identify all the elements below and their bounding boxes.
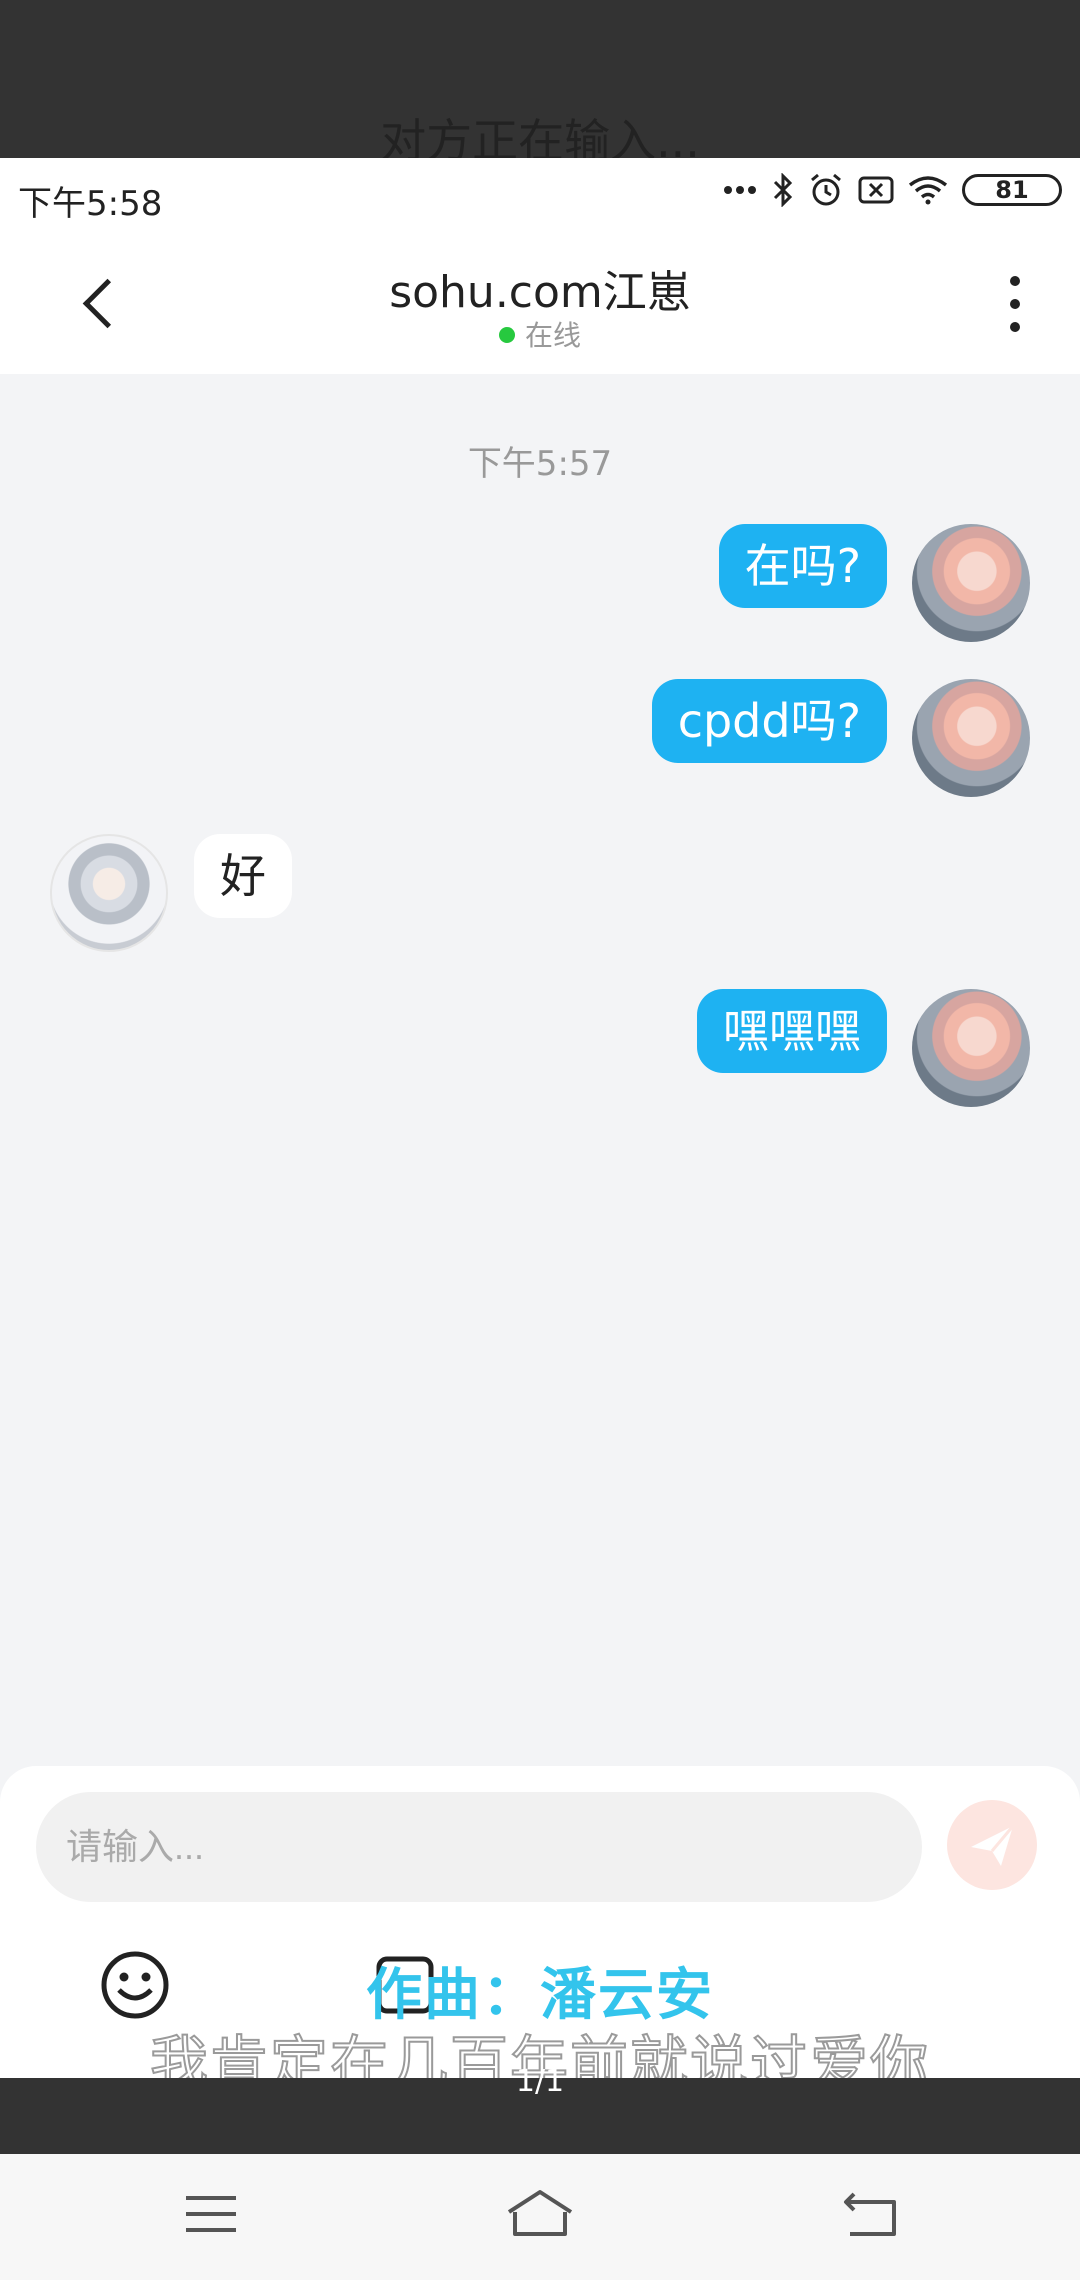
self-avatar[interactable]: [912, 989, 1030, 1107]
contact-avatar[interactable]: [50, 834, 168, 952]
status-icons: 81: [722, 172, 1062, 208]
message-input[interactable]: [36, 1792, 922, 1902]
send-icon: [971, 1825, 1015, 1866]
home-icon: [507, 2190, 573, 2236]
online-status: 在线: [0, 314, 1080, 354]
signal-dots-icon: [724, 186, 756, 194]
more-dot-icon: [1010, 276, 1020, 286]
send-button[interactable]: [947, 1800, 1037, 1890]
self-avatar[interactable]: [912, 524, 1030, 642]
message-timestamp: 下午5:57: [467, 444, 613, 484]
online-dot-icon: [498, 327, 515, 343]
online-status-label: 在线: [524, 319, 581, 352]
home-button[interactable]: [505, 2184, 575, 2244]
chat-area: 下午5:57 在吗? cpdd吗? 好 嘿嘿嘿: [0, 374, 1080, 1774]
message-bubble-incoming[interactable]: 好: [194, 834, 292, 918]
back-icon: [844, 2192, 896, 2236]
page-indicator: 1/1: [515, 2064, 565, 2099]
status-bar: 下午5:58 81: [0, 158, 1080, 232]
status-time: 下午5:58: [18, 184, 163, 224]
system-nav-bar: [0, 2154, 1080, 2280]
menu-icon: [186, 2196, 236, 2232]
contact-name: sohu.com江崽: [389, 267, 691, 318]
bluetooth-icon: [773, 173, 793, 207]
chat-header: sohu.com江崽 在线: [0, 232, 1080, 374]
back-nav-button[interactable]: [838, 2184, 908, 2244]
more-dot-icon: [1010, 322, 1020, 332]
wifi-icon: [908, 176, 948, 205]
sim-off-icon: [858, 176, 894, 204]
message-bubble-outgoing[interactable]: 嘿嘿嘿: [697, 989, 887, 1073]
message-bubble-outgoing[interactable]: 在吗?: [718, 524, 887, 608]
message-bubble-outgoing[interactable]: cpdd吗?: [651, 679, 887, 763]
more-options-button[interactable]: [990, 274, 1040, 334]
more-dot-icon: [1010, 299, 1020, 309]
menu-button[interactable]: [178, 2184, 248, 2244]
alarm-icon: [811, 173, 841, 206]
self-avatar[interactable]: [912, 679, 1030, 797]
battery-icon: 81: [962, 174, 1062, 206]
